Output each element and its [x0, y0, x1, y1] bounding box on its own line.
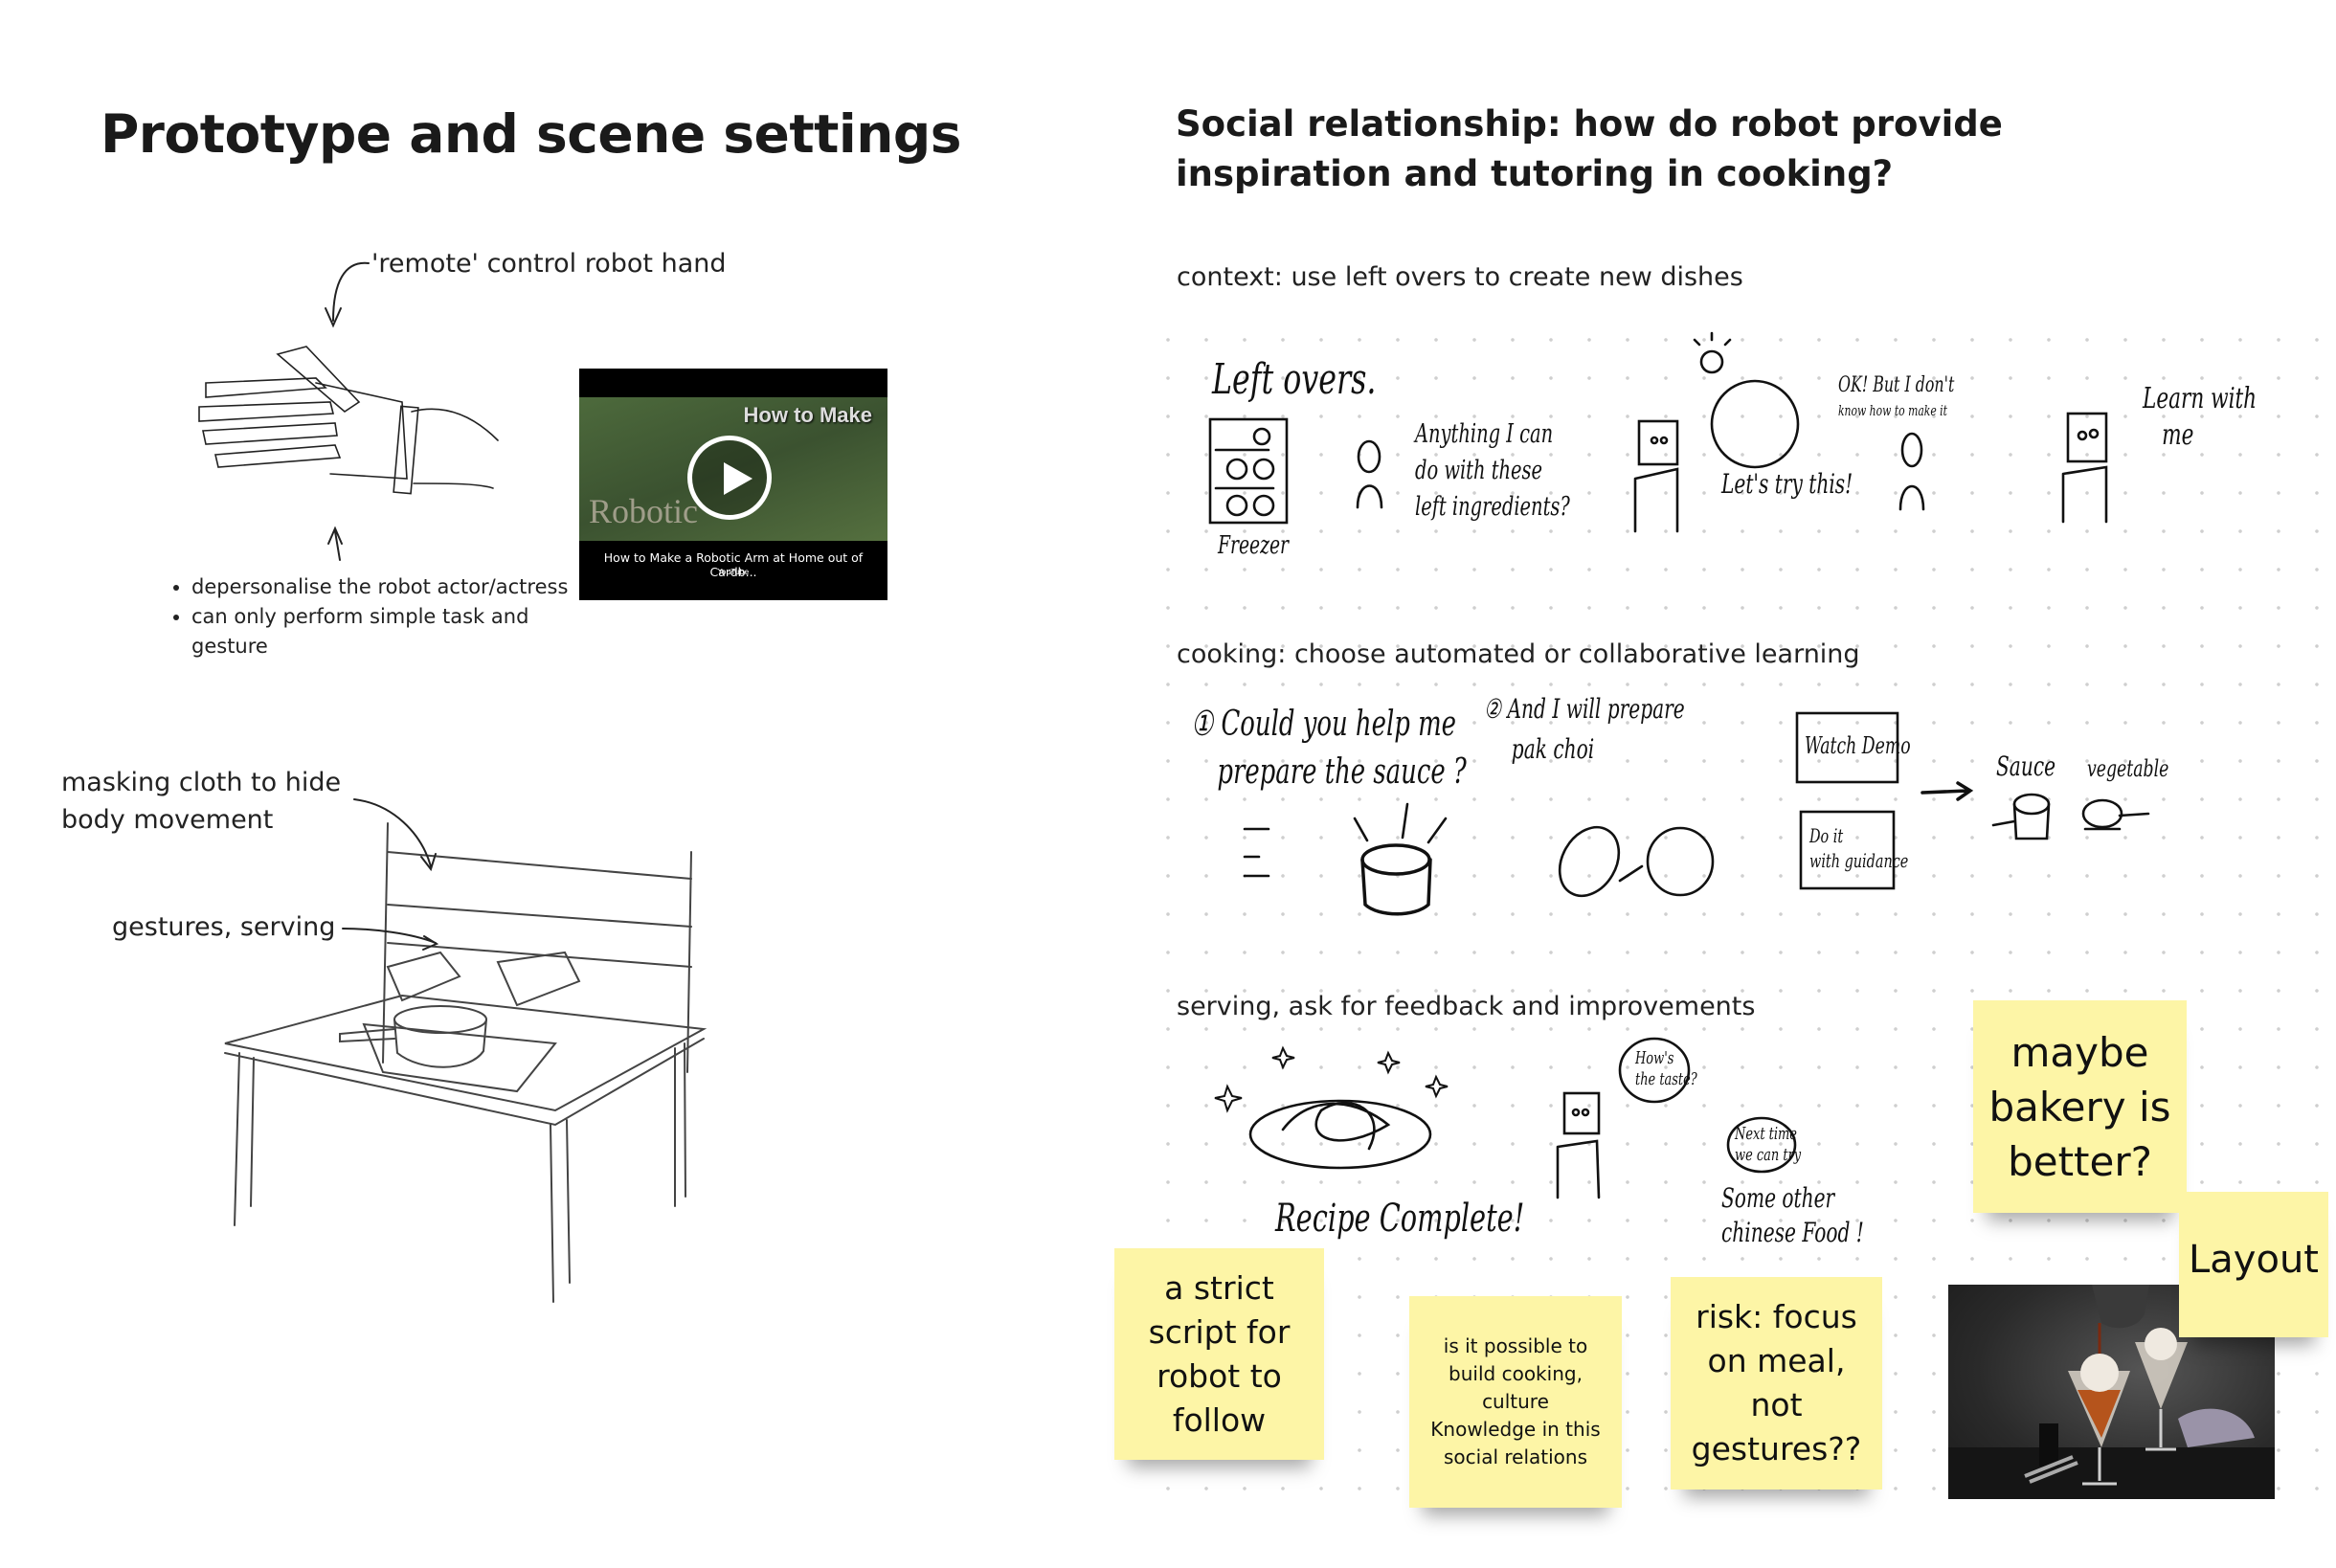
sketch-line: ② And I will prepare	[1484, 693, 1685, 725]
sticky-line: culture	[1482, 1390, 1549, 1413]
person-sketch	[1898, 432, 1925, 511]
sketch-line: Some other	[1721, 1182, 1835, 1214]
sticky-line: risk: focus	[1696, 1298, 1857, 1335]
sticky-line: not	[1750, 1386, 1803, 1423]
sticky-line: better?	[2008, 1137, 2152, 1185]
ingredient-arrows	[1353, 802, 1448, 844]
sketch-recipe-complete: Recipe Complete!	[1275, 1197, 1525, 1241]
sketch-lets-try: Let's try this!	[1721, 468, 1853, 500]
sketch-line: do with these	[1415, 456, 1543, 485]
sticky-note-risk[interactable]: risk: focus on meal, not gestures??	[1671, 1277, 1882, 1490]
person-sketch	[1356, 439, 1383, 509]
ingredient-list	[1243, 827, 1270, 878]
sketch-watch-demo: Watch Demo	[1805, 732, 1911, 759]
fryingpan-sketch	[2081, 798, 2150, 831]
sticky-line: build cooking,	[1449, 1362, 1583, 1385]
sketch-line: prepare the sauce ?	[1217, 752, 1467, 792]
sketch-question: Anything I can do with these left ingred…	[1415, 416, 1570, 526]
sketch-leftovers: Left overs.	[1212, 355, 1377, 404]
sketch-line: pak choi	[1511, 733, 1595, 765]
thought-bubble	[1710, 379, 1800, 469]
sketch-line: Anything I can	[1415, 419, 1554, 449]
sketch-freezer: Freezer	[1218, 531, 1289, 560]
sticky-note-possible[interactable]: is it possible to build cooking, culture…	[1409, 1296, 1622, 1508]
sketch-line: the taste?	[1635, 1069, 1697, 1089]
lightbulb-icon	[1693, 331, 1732, 374]
sticky-line: follow	[1172, 1400, 1267, 1439]
robot-sketch	[1633, 419, 1679, 533]
sketch-line: How's	[1635, 1048, 1674, 1068]
saucepan-sketch	[1991, 793, 2051, 840]
sticky-note-bakery[interactable]: maybe bakery is better?	[1973, 1000, 2187, 1213]
sticky-line: Layout	[2189, 1238, 2319, 1282]
dish-plate-sketch	[1248, 1099, 1432, 1170]
sketch-line: ① Could you help me	[1191, 705, 1456, 744]
sketch-line: know how to make it	[1838, 402, 1947, 419]
freezer-sketch	[1208, 417, 1289, 525]
sketch-line: with guidance	[1809, 849, 1909, 872]
sketch-line: Do it	[1809, 824, 1844, 847]
sticky-line: a strict	[1164, 1268, 1274, 1307]
robot-sketch	[1556, 1091, 1601, 1199]
sticky-line: script for	[1148, 1312, 1291, 1351]
sketch-learn: Learn with me	[2143, 381, 2257, 454]
robot-sketch	[2061, 412, 2108, 524]
sketch-line: me	[2162, 418, 2194, 452]
sketch-line: left ingredients?	[1415, 492, 1570, 522]
sketch-line: Next time	[1735, 1124, 1797, 1144]
sticky-line: gestures??	[1691, 1430, 1862, 1467]
sticky-line: on meal,	[1707, 1342, 1846, 1379]
sketch-do-it: Do it with guidance	[1809, 823, 1908, 873]
sticky-line: maybe	[2010, 1028, 2149, 1076]
sketch-hows-taste: How's the taste?	[1635, 1048, 1697, 1090]
sticky-line: robot to	[1157, 1356, 1282, 1395]
sticky-line: bakery is	[1988, 1083, 2171, 1131]
sketch-line: chinese Food !	[1721, 1217, 1864, 1248]
arrow-right	[1920, 781, 1974, 801]
sketch-line: OK! But I don't	[1838, 373, 1955, 397]
sticky-note-strict-script[interactable]: a strict script for robot to follow	[1114, 1248, 1324, 1460]
sketch-step2: ② And I will prepare pak choi	[1484, 689, 1685, 770]
sticky-line: Knowledge in this	[1430, 1418, 1601, 1441]
sketch-step1: ① Could you help me prepare the sauce ?	[1191, 701, 1467, 796]
sketch-sauce: Sauce	[1996, 750, 2056, 782]
sticky-line: is it possible to	[1443, 1334, 1588, 1357]
sketch-line: we can try	[1735, 1145, 1802, 1165]
sticky-line: social relations	[1443, 1445, 1587, 1468]
pak-choi-sketch	[1558, 825, 1715, 898]
pot-sketch	[1360, 843, 1432, 916]
sketch-next-time: Next time we can try	[1735, 1124, 1801, 1166]
sketch-some-other: Some other chinese Food !	[1721, 1181, 1864, 1250]
sketch-vegetable: vegetable	[2087, 755, 2169, 782]
sketch-ok-but: OK! But I don't know how to make it	[1838, 373, 1954, 423]
sketch-line: Learn with	[2143, 382, 2257, 415]
sticky-note-layout[interactable]: Layout	[2179, 1192, 2328, 1337]
